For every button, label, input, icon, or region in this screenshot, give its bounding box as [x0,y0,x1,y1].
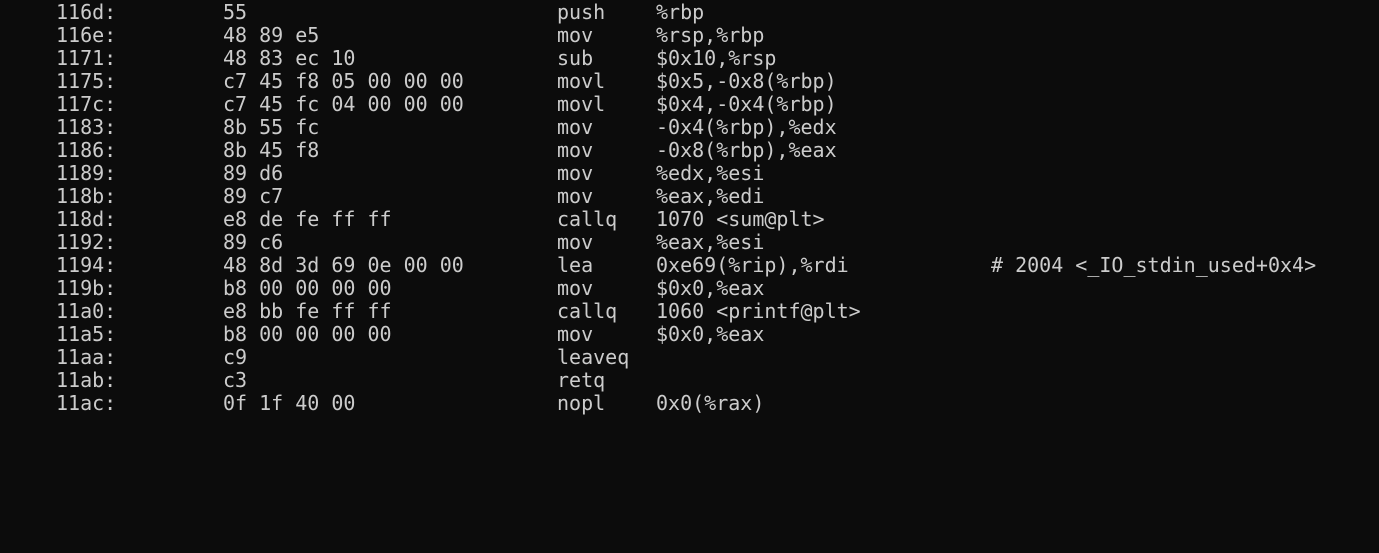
operands: %rbp [656,0,705,24]
disasm-line: 11a0: e8 bb fe ff ff callq 1060 <printf@… [0,300,1379,323]
mnemonic: callq [557,299,618,323]
mnemonic: mov [557,322,594,346]
opcode-bytes: c3 [223,368,248,392]
disasm-line: 1171: 48 83 ec 10 sub $0x10,%rsp [0,47,1379,70]
operands: $0x4,-0x4(%rbp) [656,92,837,116]
disasm-line: 117c: c7 45 fc 04 00 00 00 movl $0x4,-0x… [0,93,1379,116]
operands: $0x5,-0x8(%rbp) [656,69,837,93]
operands: $0x0,%eax [656,276,765,300]
opcode-bytes: 48 8d 3d 69 0e 00 00 [223,253,464,277]
opcode-bytes: c7 45 f8 05 00 00 00 [223,69,464,93]
mnemonic: mov [557,138,594,162]
operands: %eax,%esi [656,230,765,254]
address: 1183: [56,115,117,139]
operands: %edx,%esi [656,161,765,185]
opcode-bytes: 8b 45 f8 [223,138,320,162]
disasm-line: 1175: c7 45 f8 05 00 00 00 movl $0x5,-0x… [0,70,1379,93]
terminal-output[interactable]: 116d: 55 push %rbp 116e: 48 89 e5 mov %r… [0,0,1379,422]
opcode-bytes: 0f 1f 40 00 [223,391,356,415]
operands: 0xe69(%rip),%rdi [656,253,849,277]
address: 11a0: [56,299,117,323]
disasm-line: 1186: 8b 45 f8 mov -0x8(%rbp),%eax [0,139,1379,162]
disasm-line: 11a5: b8 00 00 00 00 mov $0x0,%eax [0,323,1379,346]
mnemonic: nopl [557,391,606,415]
address: 116d: [56,0,117,24]
disasm-line: 118d: e8 de fe ff ff callq 1070 <sum@plt… [0,208,1379,231]
address: 11ac: [56,391,117,415]
disasm-line: 1194: 48 8d 3d 69 0e 00 00 lea 0xe69(%ri… [0,254,1379,277]
opcode-bytes: 48 89 e5 [223,23,320,47]
disasm-line: 119b: b8 00 00 00 00 mov $0x0,%eax [0,277,1379,300]
opcode-bytes: 48 83 ec 10 [223,46,356,70]
disasm-line: 11aa: c9 leaveq [0,346,1379,369]
mnemonic: callq [557,207,618,231]
operands: %eax,%edi [656,184,765,208]
mnemonic: lea [557,253,594,277]
mnemonic: mov [557,23,594,47]
address: 1175: [56,69,117,93]
address: 116e: [56,23,117,47]
disasm-line: 116d: 55 push %rbp [0,1,1379,24]
mnemonic: mov [557,230,594,254]
disasm-line: 11ac: 0f 1f 40 00 nopl 0x0(%rax) [0,392,1379,415]
mnemonic: movl [557,92,606,116]
address: 117c: [56,92,117,116]
disasm-line: 11ab: c3 retq [0,369,1379,392]
address: 118b: [56,184,117,208]
opcode-bytes: e8 de fe ff ff [223,207,392,231]
operands: $0x0,%eax [656,322,765,346]
opcode-bytes: b8 00 00 00 00 [223,276,392,300]
address: 1192: [56,230,117,254]
address: 1171: [56,46,117,70]
opcode-bytes: 89 d6 [223,161,284,185]
address: 119b: [56,276,117,300]
address: 118d: [56,207,117,231]
address: 1189: [56,161,117,185]
mnemonic: movl [557,69,606,93]
mnemonic: leaveq [557,345,630,369]
opcode-bytes: 89 c7 [223,184,284,208]
opcode-bytes: 55 [223,0,248,24]
opcode-bytes: c7 45 fc 04 00 00 00 [223,92,464,116]
disasm-line: 118b: 89 c7 mov %eax,%edi [0,185,1379,208]
mnemonic: mov [557,115,594,139]
operands: -0x8(%rbp),%eax [656,138,837,162]
disasm-line: 1183: 8b 55 fc mov -0x4(%rbp),%edx [0,116,1379,139]
address: 11ab: [56,368,117,392]
operands: 1060 <printf@plt> [656,299,861,323]
mnemonic: push [557,0,606,24]
disasm-line: 1192: 89 c6 mov %eax,%esi [0,231,1379,254]
opcode-bytes: 89 c6 [223,230,284,254]
operands: %rsp,%rbp [656,23,765,47]
address: 1194: [56,253,117,277]
operands: $0x10,%rsp [656,46,777,70]
mnemonic: sub [557,46,594,70]
operands: 0x0(%rax) [656,391,765,415]
opcode-bytes: c9 [223,345,248,369]
mnemonic: mov [557,276,594,300]
disasm-line: 116e: 48 89 e5 mov %rsp,%rbp [0,24,1379,47]
opcode-bytes: e8 bb fe ff ff [223,299,392,323]
mnemonic: mov [557,161,594,185]
comment: # 2004 <_IO_stdin_used+0x4> [991,253,1317,277]
address: 11a5: [56,322,117,346]
opcode-bytes: 8b 55 fc [223,115,320,139]
operands: -0x4(%rbp),%edx [656,115,837,139]
mnemonic: mov [557,184,594,208]
operands: 1070 <sum@plt> [656,207,825,231]
address: 1186: [56,138,117,162]
address: 11aa: [56,345,117,369]
opcode-bytes: b8 00 00 00 00 [223,322,392,346]
disasm-line: 1189: 89 d6 mov %edx,%esi [0,162,1379,185]
mnemonic: retq [557,368,606,392]
